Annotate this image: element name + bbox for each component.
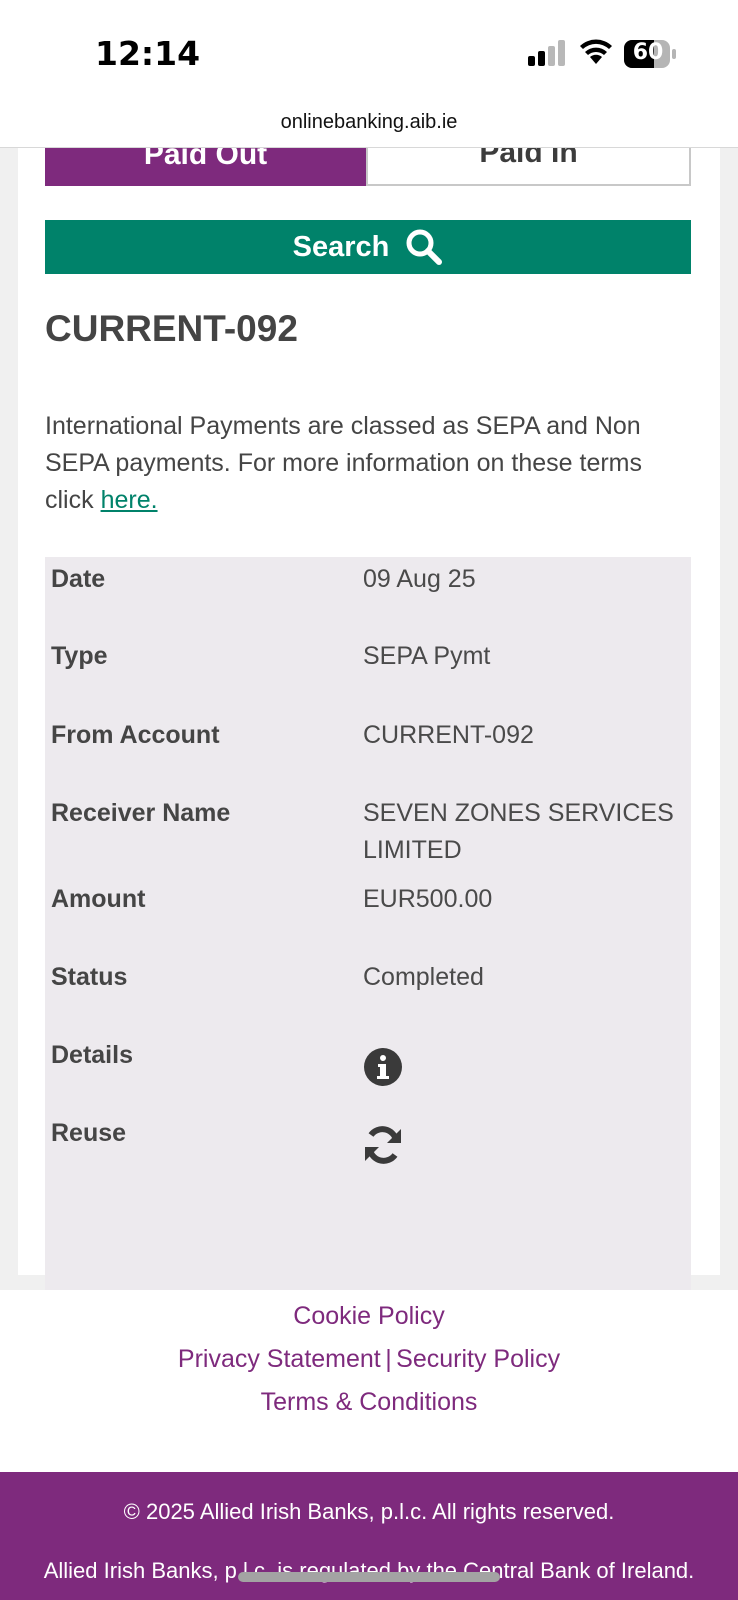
regulated-text: Allied Irish Banks, p.l.c. is regulated … (43, 1558, 695, 1583)
url-text: onlinebanking.aib.ie (280, 111, 458, 133)
refresh-icon[interactable] (363, 1125, 403, 1170)
footer-separator: | (385, 1345, 392, 1373)
signal-icon (528, 40, 566, 71)
content-card: Paid Out Paid In Search CURRENT-092 Inte… (18, 148, 720, 1340)
account-title: CURRENT-092 (45, 308, 298, 349)
cookie-policy-link[interactable]: Cookie Policy (293, 1302, 444, 1331)
search-button-label: Search (292, 230, 390, 263)
info-paragraph: International Payments are classed as SE… (45, 408, 695, 519)
privacy-statement-link[interactable]: Privacy Statement (178, 1345, 381, 1374)
tab-paid-out[interactable]: Paid Out (45, 148, 366, 186)
status-bar: 12:14 60 (0, 0, 738, 100)
footer-links: Cookie Policy Privacy Statement | Securi… (0, 1290, 738, 1472)
home-indicator[interactable] (238, 1572, 500, 1582)
receiver-name-label: Receiver Name (51, 799, 231, 827)
info-link[interactable]: here. (101, 486, 158, 514)
terms-conditions-link[interactable]: Terms & Conditions (261, 1388, 478, 1417)
type-value: SEPA Pymt (363, 642, 491, 670)
status-value: Completed (363, 963, 484, 991)
transaction-details: Date 09 Aug 25 Type SEPA Pymt From Accou… (45, 557, 691, 1340)
copyright-text: © 2025 Allied Irish Banks, p.l.c. All ri… (123, 1499, 615, 1524)
info-circle-icon[interactable] (363, 1047, 403, 1092)
search-button[interactable]: Search (45, 220, 691, 274)
paid-tabs: Paid Out Paid In (45, 148, 691, 186)
date-value: 09 Aug 25 (363, 565, 476, 593)
status-time: 12:14 (95, 34, 201, 73)
from-account-label: From Account (51, 721, 220, 749)
receiver-name-value: SEVEN ZONES SERVICES LIMITED (363, 799, 674, 864)
date-label: Date (51, 565, 106, 593)
amount-label: Amount (51, 885, 146, 913)
url-bar[interactable]: onlinebanking.aib.ie (0, 100, 738, 148)
type-label: Type (51, 642, 108, 670)
wifi-icon (578, 38, 614, 71)
amount-value: EUR500.00 (363, 885, 493, 913)
search-icon (405, 228, 443, 266)
status-label: Status (51, 963, 128, 991)
tab-paid-in[interactable]: Paid In (366, 148, 691, 186)
reuse-label: Reuse (51, 1119, 127, 1147)
details-label: Details (51, 1041, 133, 1069)
security-policy-link[interactable]: Security Policy (396, 1345, 560, 1374)
from-account-value: CURRENT-092 (363, 721, 534, 749)
battery-level: 60 (632, 40, 664, 65)
